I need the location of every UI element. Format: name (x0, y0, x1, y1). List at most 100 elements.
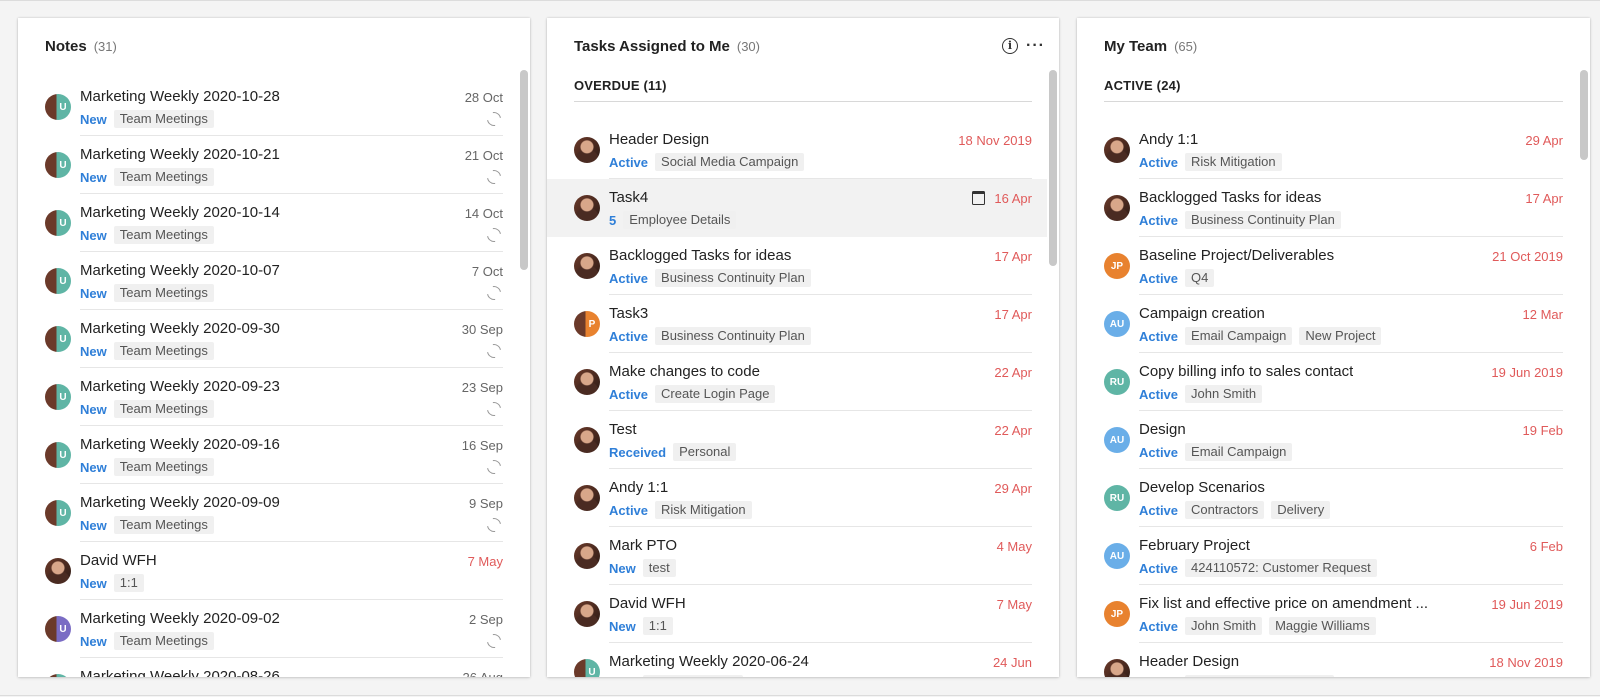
item-title[interactable]: Header Design (1139, 653, 1239, 670)
tag-badge[interactable]: Employee Details (623, 211, 737, 229)
item-title[interactable]: Baseline Project/Deliverables (1139, 247, 1334, 264)
item-title[interactable]: Fix list and effective price on amendmen… (1139, 595, 1428, 612)
list-item[interactable]: AU Campaign creation 12 Mar Active Email Cam… (1077, 295, 1578, 353)
item-title[interactable]: Backlogged Tasks for ideas (1139, 189, 1321, 206)
tag-badge[interactable]: Team Meetings (642, 675, 743, 677)
list-item[interactable]: U Marketing Weekly 2020-09-16 16 Sep New Tea… (18, 426, 518, 484)
item-title[interactable]: Make changes to code (609, 363, 760, 380)
tag-badge[interactable]: Team Meetings (113, 226, 214, 244)
list-item[interactable]: U Marketing Weekly 2020-10-21 21 Oct New Tea… (18, 136, 518, 194)
list-item[interactable]: U Marketing Weekly 2020-10-14 14 Oct New Tea… (18, 194, 518, 252)
list-item[interactable]: David WFH 7 May New 1:1 (547, 585, 1047, 643)
item-title[interactable]: Marketing Weekly 2020-09-02 (80, 610, 280, 627)
list-item[interactable]: Backlogged Tasks for ideas 17 Apr Active Bu… (547, 237, 1047, 295)
list-item[interactable]: Andy 1:1 29 Apr Active Risk Mitigation (547, 469, 1047, 527)
tag-badge[interactable]: Team Meetings (113, 516, 214, 534)
list-item[interactable]: U Marketing Weekly 2020-09-09 9 Sep New Team… (18, 484, 518, 542)
tag-badge[interactable]: Q4 (1185, 269, 1215, 287)
list-item[interactable]: Andy 1:1 29 Apr Active Risk Mitigation (1077, 121, 1578, 179)
tag-badge[interactable]: 424110572: Customer Request (1185, 559, 1377, 577)
list-item[interactable]: Test 22 Apr Received Personal (547, 411, 1047, 469)
list-item[interactable]: JP Fix list and effective price on amendm… (1077, 585, 1578, 643)
tag-badge[interactable]: Social Media Campaign (1185, 675, 1335, 677)
tag-badge[interactable]: Business Continuity Plan (1185, 211, 1341, 229)
list-item[interactable]: U Marketing Weekly 2020-09-23 23 Sep New Tea… (18, 368, 518, 426)
tag-badge[interactable]: Contractors (1185, 501, 1265, 519)
item-title[interactable]: Develop Scenarios (1139, 479, 1265, 496)
list-item[interactable]: P Task3 17 Apr Active Business Continuity Pl… (547, 295, 1047, 353)
list-item[interactable]: Header Design 18 Nov 2019 Active Social Med… (1077, 643, 1578, 677)
item-title[interactable]: Campaign creation (1139, 305, 1265, 322)
item-title[interactable]: David WFH (609, 595, 686, 612)
item-title[interactable]: Marketing Weekly 2020-06-24 (609, 653, 809, 670)
list-item[interactable]: RU Copy billing info to sales contact 19 J… (1077, 353, 1578, 411)
item-title[interactable]: Copy billing info to sales contact (1139, 363, 1353, 380)
tag-badge[interactable]: Delivery (1271, 501, 1331, 519)
item-title[interactable]: February Project (1139, 537, 1250, 554)
tag-badge[interactable]: 1:1 (113, 574, 144, 592)
item-title[interactable]: Marketing Weekly 2020-10-28 (80, 88, 280, 105)
item-title[interactable]: Andy 1:1 (609, 479, 668, 496)
list-item[interactable]: U Marketing Weekly 2020-09-30 30 Sep New Tea… (18, 310, 518, 368)
tag-badge[interactable]: Team Meetings (113, 400, 214, 418)
item-title[interactable]: Marketing Weekly 2020-09-30 (80, 320, 280, 337)
item-title[interactable]: Marketing Weekly 2020-10-21 (80, 146, 280, 163)
item-title[interactable]: Marketing Weekly 2020-09-23 (80, 378, 280, 395)
list-item[interactable]: AU February Project 6 Feb Active 424110572: … (1077, 527, 1578, 585)
tag-badge[interactable]: Team Meetings (113, 284, 214, 302)
list-item[interactable]: RU Develop Scenarios Active Contractors Deli… (1077, 469, 1578, 527)
item-title[interactable]: Header Design (609, 131, 709, 148)
item-title[interactable]: Task4 (609, 189, 648, 206)
tag-badge[interactable]: Team Meetings (113, 458, 214, 476)
item-title[interactable]: Task3 (609, 305, 648, 322)
tag-badge[interactable]: Email Campaign (1185, 327, 1293, 345)
item-title[interactable]: Marketing Weekly 2020-09-16 (80, 436, 280, 453)
info-icon[interactable]: i (1002, 38, 1019, 54)
more-icon[interactable]: ··· (1026, 38, 1045, 54)
tag-badge[interactable]: Business Continuity Plan (655, 327, 811, 345)
item-title[interactable]: Marketing Weekly 2020-10-14 (80, 204, 280, 221)
item-title[interactable]: Andy 1:1 (1139, 131, 1198, 148)
list-item[interactable]: JP Baseline Project/Deliverables 21 Oct 20… (1077, 237, 1578, 295)
tag-badge[interactable]: Risk Mitigation (655, 501, 752, 519)
notes-scrollbar[interactable] (520, 70, 528, 270)
item-title[interactable]: Test (609, 421, 637, 438)
list-item[interactable]: Header Design 18 Nov 2019 Active Social Med… (547, 121, 1047, 179)
tag-badge[interactable]: Social Media Campaign (655, 153, 805, 171)
list-item[interactable]: Mark PTO 4 May New test (547, 527, 1047, 585)
tag-badge[interactable]: Personal (673, 443, 737, 461)
item-title[interactable]: Marketing Weekly 2020-10-07 (80, 262, 280, 279)
tag-badge[interactable]: Business Continuity Plan (655, 269, 811, 287)
tag-badge[interactable]: New Project (1299, 327, 1382, 345)
tag-badge[interactable]: test (642, 559, 676, 577)
tag-badge[interactable]: Team Meetings (113, 168, 214, 186)
list-item[interactable]: U Marketing Weekly 2020-06-24 24 Jun New Tea… (547, 643, 1047, 677)
list-item[interactable]: AU Design 19 Feb Active Email Campaign (1077, 411, 1578, 469)
tag-badge[interactable]: Maggie Williams (1269, 617, 1376, 635)
item-title[interactable]: Mark PTO (609, 537, 677, 554)
tag-badge[interactable]: Team Meetings (113, 632, 214, 650)
tag-badge[interactable]: 1:1 (642, 617, 673, 635)
tag-badge[interactable]: Team Meetings (113, 110, 214, 128)
tasks-scrollbar[interactable] (1049, 70, 1057, 266)
list-item[interactable]: U Marketing Weekly 2020-10-07 7 Oct New Team… (18, 252, 518, 310)
list-item[interactable]: David WFH 7 May New 1:1 (18, 542, 518, 600)
item-title[interactable]: Design (1139, 421, 1186, 438)
item-title[interactable]: Marketing Weekly 2020-09-09 (80, 494, 280, 511)
item-title[interactable]: Backlogged Tasks for ideas (609, 247, 791, 264)
tag-badge[interactable]: Email Campaign (1185, 443, 1293, 461)
tag-badge[interactable]: John Smith (1185, 617, 1263, 635)
tag-badge[interactable]: John Smith (1185, 385, 1263, 403)
tag-badge[interactable]: Risk Mitigation (1185, 153, 1282, 171)
tag-badge[interactable]: Team Meetings (113, 342, 214, 360)
item-title[interactable]: Marketing Weekly 2020-08-26 (80, 668, 280, 677)
list-item[interactable]: Backlogged Tasks for ideas 17 Apr Active Bu… (1077, 179, 1578, 237)
list-item[interactable]: Task4 16 Apr 5 Employee Details (547, 179, 1047, 237)
tag-badge[interactable]: Create Login Page (655, 385, 776, 403)
list-item[interactable]: U Marketing Weekly 2020-09-02 2 Sep New Team… (18, 600, 518, 658)
item-title[interactable]: David WFH (80, 552, 157, 569)
team-scrollbar[interactable] (1580, 70, 1588, 160)
list-item[interactable]: U Marketing Weekly 2020-10-28 28 Oct New Tea… (18, 78, 518, 136)
list-item[interactable]: Make changes to code 22 Apr Active Create L… (547, 353, 1047, 411)
list-item[interactable]: U Marketing Weekly 2020-08-26 26 Aug (18, 658, 518, 677)
